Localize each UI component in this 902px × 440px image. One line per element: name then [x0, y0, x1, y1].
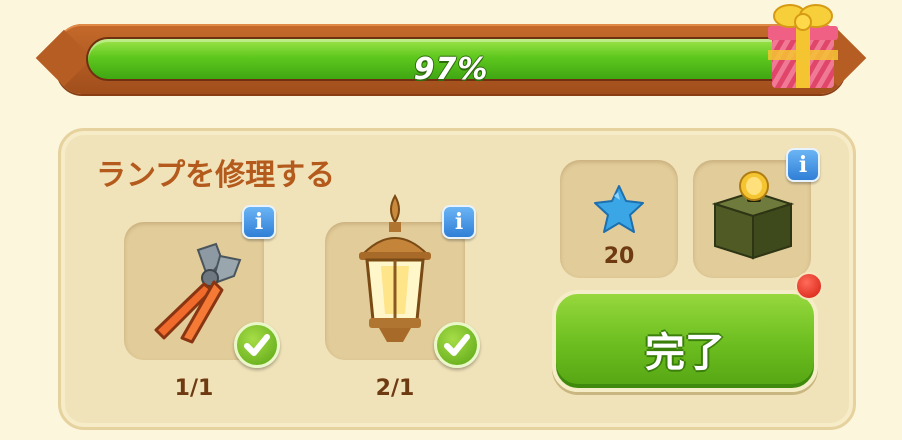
progress-track: 97% — [86, 37, 816, 81]
task-title: ランプを修理する — [96, 158, 336, 193]
requirement-count-lantern: 2/1 — [375, 376, 415, 401]
lantern-icon — [359, 193, 431, 342]
notification-dot — [795, 272, 823, 300]
reward-slot-star: 20 — [560, 160, 678, 278]
reward-count-star: 20 — [603, 244, 635, 269]
info-button-pliers[interactable]: i — [242, 205, 276, 239]
requirement-count-pliers: 1/1 — [174, 376, 214, 401]
progress-percent-label: 97% — [413, 52, 489, 81]
gift-box-icon[interactable] — [762, 0, 842, 92]
complete-button-label: 完了 — [645, 330, 725, 376]
check-icon-lantern — [434, 322, 480, 368]
blue-star-icon — [594, 185, 644, 233]
info-button-coin-box[interactable]: i — [786, 148, 820, 182]
complete-button[interactable]: 完了 — [552, 290, 818, 392]
progress-bar-frame: 97% — [56, 24, 846, 94]
info-button-lantern[interactable]: i — [442, 205, 476, 239]
coin-box-icon — [711, 171, 795, 260]
pliers-icon — [154, 242, 242, 344]
check-icon-pliers — [234, 322, 280, 368]
